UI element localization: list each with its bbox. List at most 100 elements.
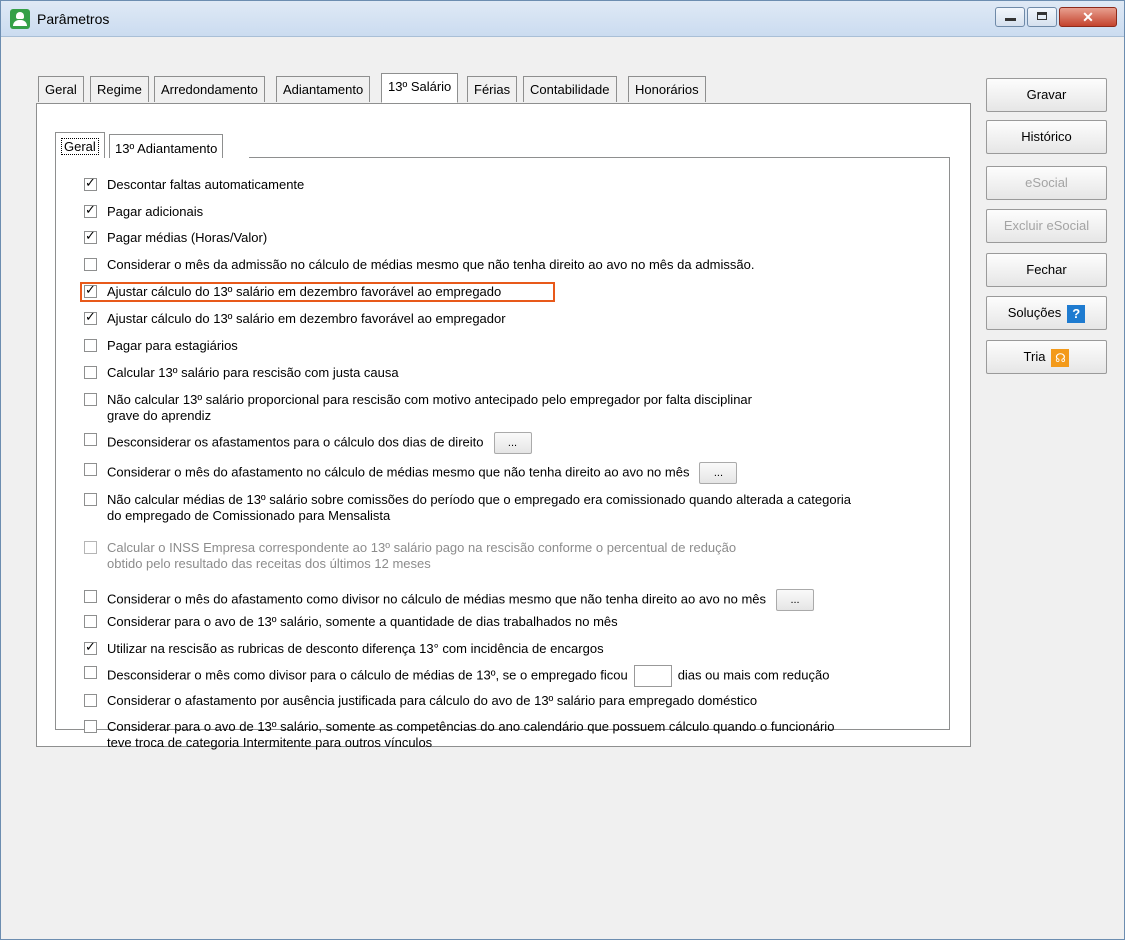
tab-ferias[interactable]: Férias (467, 76, 518, 102)
tria-label: Tria (1023, 349, 1046, 364)
tab-arredondamento[interactable]: Arredondamento (154, 76, 265, 102)
option-mes-afastamento[interactable]: Considerar o mês do afastamento no cálcu… (84, 462, 738, 484)
tab-regime[interactable]: Regime (90, 76, 149, 102)
subtab-13-adiantamento[interactable]: 13º Adiantamento (109, 134, 224, 159)
dias-input[interactable] (633, 665, 672, 687)
option-label-line2: do empregado de Comissionado para Mensal… (107, 508, 391, 523)
question-icon: ? (1067, 304, 1086, 323)
option-desconsiderar-divisor[interactable]: Desconsiderar o mês como divisor para o … (84, 665, 829, 687)
checkbox[interactable] (84, 258, 97, 271)
checkbox[interactable] (84, 433, 97, 446)
checkbox[interactable] (84, 283, 97, 298)
tab-honorarios[interactable]: Honorários (628, 76, 706, 102)
option-rubricas-desconto[interactable]: Utilizar na rescisão as rubricas de desc… (84, 640, 604, 657)
option-label: Calcular o INSS Empresa correspondente a… (107, 540, 736, 572)
option-label-text: Considerar o mês do afastamento no cálcu… (107, 464, 690, 480)
maximize-icon (1037, 12, 1047, 20)
option-label: Considerar o mês do afastamento como div… (107, 589, 815, 611)
subtab-geral-label: Geral (61, 138, 99, 155)
option-label: Ajustar cálculo do 13º salário em dezemb… (107, 311, 506, 326)
option-label: Pagar para estagiários (107, 338, 238, 353)
option-ausencia-justificada[interactable]: Considerar o afastamento por ausência ju… (84, 693, 757, 709)
tab-contabilidade[interactable]: Contabilidade (523, 76, 617, 102)
option-label-line2: grave do aprendiz (107, 408, 212, 423)
option-pagar-adicionais[interactable]: Pagar adicionais (84, 203, 204, 220)
historico-button[interactable]: Histórico (986, 120, 1107, 154)
option-intermitente[interactable]: Considerar para o avo de 13º salário, so… (84, 719, 834, 751)
option-label-line2: teve troca de categoria Intermitente par… (107, 735, 433, 750)
option-aprendiz[interactable]: Não calcular 13º salário proporcional pa… (84, 392, 752, 424)
checkbox[interactable] (84, 366, 97, 379)
fechar-button[interactable]: Fechar (986, 253, 1107, 287)
ellipsis-button[interactable]: ... (776, 589, 815, 611)
option-dias-trabalhados[interactable]: Considerar para o avo de 13º salário, so… (84, 614, 618, 630)
option-label: Considerar o afastamento por ausência ju… (107, 693, 758, 708)
option-label: Considerar o mês do afastamento no cálcu… (107, 462, 738, 484)
tab-adiantamento[interactable]: Adiantamento (276, 76, 371, 102)
option-label: Pagar adicionais (107, 204, 204, 219)
checkbox[interactable] (84, 203, 97, 218)
checkbox[interactable] (84, 694, 97, 707)
option-label-line1: Considerar para o avo de 13º salário, so… (107, 719, 835, 734)
option-label: Calcular 13º salário para rescisão com j… (107, 365, 399, 380)
solucoes-label: Soluções (1007, 305, 1062, 320)
checkbox[interactable] (84, 393, 97, 406)
checkbox[interactable] (84, 666, 97, 679)
option-afastamento-divisor[interactable]: Considerar o mês do afastamento como div… (84, 589, 815, 611)
option-label: Ajustar cálculo do 13º salário em dezemb… (107, 284, 502, 299)
tab-geral[interactable]: Geral (38, 76, 84, 102)
option-justa-causa[interactable]: Calcular 13º salário para rescisão com j… (84, 365, 399, 381)
option-descontar-faltas[interactable]: Descontar faltas automaticamente (84, 176, 305, 193)
solucoes-button[interactable]: Soluções? (986, 296, 1107, 330)
window-title: Parâmetros (37, 11, 110, 27)
option-label: Não calcular 13º salário proporcional pa… (107, 392, 752, 424)
checkbox (84, 541, 97, 554)
option-label-text: Desconsiderar os afastamentos para o cál… (107, 434, 484, 450)
option-label-line1: Calcular o INSS Empresa correspondente a… (107, 540, 737, 555)
option-mes-admissao[interactable]: Considerar o mês da admissão no cálculo … (84, 257, 754, 273)
option-label: Utilizar na rescisão as rubricas de desc… (107, 641, 604, 656)
checkbox[interactable] (84, 229, 97, 244)
option-label-after: dias ou mais com redução (677, 667, 830, 683)
option-label-line2: obtido pelo resultado das receitas dos ú… (107, 556, 431, 571)
gravar-button[interactable]: Gravar (986, 78, 1107, 112)
option-label: Considerar para o avo de 13º salário, so… (107, 614, 618, 629)
option-label: Pagar médias (Horas/Valor) (107, 230, 268, 245)
parametros-window: Parâmetros ✕ Geral Regime Arredondamento… (0, 0, 1125, 940)
minimize-button[interactable] (995, 7, 1025, 27)
minimize-icon (1005, 18, 1016, 21)
option-ajustar-empregado[interactable]: Ajustar cálculo do 13º salário em dezemb… (84, 283, 502, 300)
option-label: Considerar o mês da admissão no cálculo … (107, 257, 755, 272)
option-pagar-medias[interactable]: Pagar médias (Horas/Valor) (84, 229, 268, 246)
ellipsis-button[interactable]: ... (493, 432, 532, 454)
maximize-button[interactable] (1027, 7, 1057, 27)
option-label-text: Considerar o mês do afastamento como div… (107, 591, 767, 607)
checkbox[interactable] (84, 339, 97, 352)
option-desconsiderar-afastamentos[interactable]: Desconsiderar os afastamentos para o cál… (84, 432, 532, 454)
option-label-text: Desconsiderar o mês como divisor para o … (107, 667, 628, 683)
checkbox[interactable] (84, 590, 97, 603)
option-label: Desconsiderar o mês como divisor para o … (107, 665, 829, 687)
close-button[interactable]: ✕ (1059, 7, 1117, 27)
ellipsis-button[interactable]: ... (699, 462, 738, 484)
checkbox[interactable] (84, 310, 97, 325)
tab-panel-13-salario: Geral 13º Adiantamento Descontar faltas … (36, 103, 971, 750)
tria-button[interactable]: Tria ☊ (986, 340, 1107, 374)
tria-headset-icon: ☊ (1051, 348, 1070, 367)
checkbox[interactable] (84, 640, 97, 655)
title-bar: Parâmetros ✕ (1, 1, 1124, 37)
option-pagar-estagiarios[interactable]: Pagar para estagiários (84, 338, 238, 354)
checkbox[interactable] (84, 463, 97, 476)
esocial-button: eSocial (986, 166, 1107, 200)
option-label: Descontar faltas automaticamente (107, 177, 305, 192)
tab-13-salario[interactable]: 13º Salário (381, 73, 459, 103)
option-label-line1: Não calcular 13º salário proporcional pa… (107, 392, 752, 407)
checkbox[interactable] (84, 720, 97, 733)
checkbox[interactable] (84, 493, 97, 506)
option-comissoes[interactable]: Não calcular médias de 13º salário sobre… (84, 492, 851, 524)
checkbox[interactable] (84, 615, 97, 628)
option-ajustar-empregador[interactable]: Ajustar cálculo do 13º salário em dezemb… (84, 310, 506, 327)
option-inss-empresa: Calcular o INSS Empresa correspondente a… (84, 540, 736, 572)
checkbox[interactable] (84, 176, 97, 191)
subtab-geral[interactable]: Geral (55, 132, 105, 159)
